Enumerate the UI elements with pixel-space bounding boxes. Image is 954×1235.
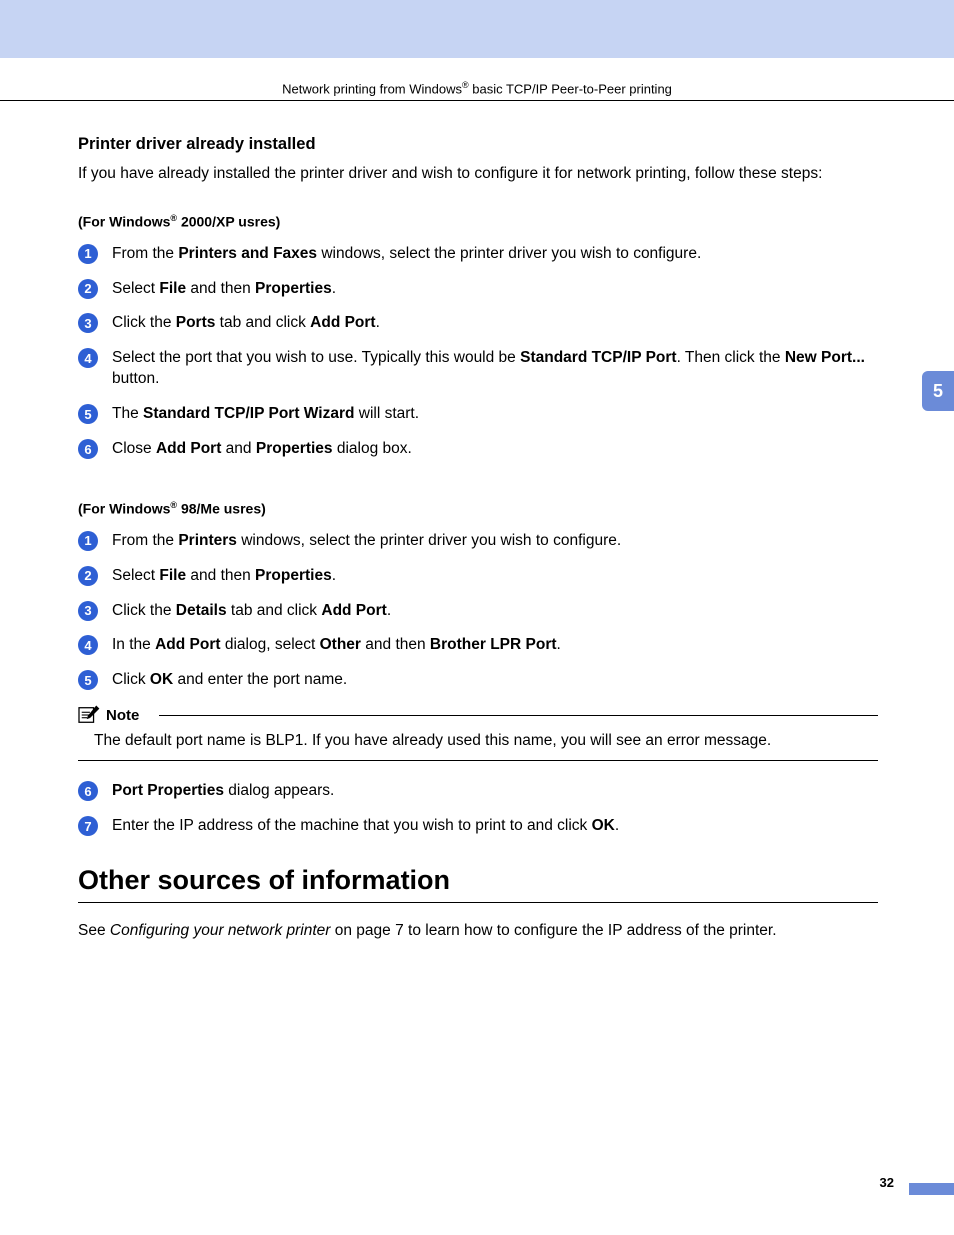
subhead-win2000xp: (For Windows® 2000/XP usres) xyxy=(78,213,878,230)
step-text: Enter the IP address of the machine that… xyxy=(112,816,619,837)
other-sources-heading: Other sources of information xyxy=(78,865,878,896)
chapter-tab: 5 xyxy=(922,371,954,411)
steps-win98me-first: 1 From the Printers windows, select the p… xyxy=(78,531,878,692)
pencil-note-icon xyxy=(78,705,100,725)
step-item: 6 Port Properties dialog appears. xyxy=(78,781,878,802)
note-underline xyxy=(78,760,878,761)
step-number-bullet: 4 xyxy=(78,635,98,655)
subhead-win98me: (For Windows® 98/Me usres) xyxy=(78,500,878,517)
note-label: Note xyxy=(106,707,139,724)
running-header: Network printing from Windows® basic TCP… xyxy=(0,80,954,96)
step-text: Select the port that you wish to use. Ty… xyxy=(112,348,878,390)
step-number-bullet: 4 xyxy=(78,348,98,368)
note-box: Note The default port name is BLP1. If y… xyxy=(78,705,878,761)
step-number-bullet: 6 xyxy=(78,781,98,801)
step-number-bullet: 5 xyxy=(78,404,98,424)
step-text: Select File and then Properties. xyxy=(112,279,336,300)
step-item: 1 From the Printers and Faxes windows, se… xyxy=(78,244,878,265)
step-item: 6 Close Add Port and Properties dialog bo… xyxy=(78,439,878,460)
step-item: 4 In the Add Port dialog, select Other an… xyxy=(78,635,878,656)
step-text: From the Printers windows, select the pr… xyxy=(112,531,621,552)
page-number: 32 xyxy=(880,1175,894,1190)
note-head-line xyxy=(159,715,878,716)
step-number-bullet: 5 xyxy=(78,670,98,690)
step-item: 2 Select File and then Properties. xyxy=(78,566,878,587)
step-number-bullet: 7 xyxy=(78,816,98,836)
step-item: 5 The Standard TCP/IP Port Wizard will st… xyxy=(78,404,878,425)
step-item: 3 Click the Details tab and click Add Por… xyxy=(78,601,878,622)
step-text: Select File and then Properties. xyxy=(112,566,336,587)
step-number-bullet: 6 xyxy=(78,439,98,459)
step-text: Click the Details tab and click Add Port… xyxy=(112,601,391,622)
section-intro: If you have already installed the printe… xyxy=(78,164,878,185)
page-content: Printer driver already installed If you … xyxy=(78,135,878,942)
step-text: Port Properties dialog appears. xyxy=(112,781,334,802)
steps-win2000xp: 1 From the Printers and Faxes windows, se… xyxy=(78,244,878,460)
registered-mark: ® xyxy=(462,80,469,90)
step-number-bullet: 2 xyxy=(78,279,98,299)
step-item: 5 Click OK and enter the port name. xyxy=(78,670,878,691)
step-item: 4 Select the port that you wish to use. T… xyxy=(78,348,878,390)
cross-ref-italic: Configuring your network printer xyxy=(110,922,331,939)
top-band xyxy=(0,0,954,58)
section-title: Printer driver already installed xyxy=(78,135,878,154)
steps-win98me-rest: 6 Port Properties dialog appears. 7 Enter t… xyxy=(78,781,878,837)
other-sources-underline xyxy=(78,902,878,903)
header-after: basic TCP/IP Peer-to-Peer printing xyxy=(469,81,672,96)
step-text: From the Printers and Faxes windows, sel… xyxy=(112,244,701,265)
step-text: Close Add Port and Properties dialog box… xyxy=(112,439,412,460)
note-header: Note xyxy=(78,705,878,725)
header-underline xyxy=(0,100,954,101)
step-number-bullet: 1 xyxy=(78,531,98,551)
step-text: Click OK and enter the port name. xyxy=(112,670,347,691)
step-item: 2 Select File and then Properties. xyxy=(78,279,878,300)
step-item: 1 From the Printers windows, select the p… xyxy=(78,531,878,552)
step-number-bullet: 3 xyxy=(78,601,98,621)
other-sources-text: See Configuring your network printer on … xyxy=(78,921,878,942)
step-number-bullet: 1 xyxy=(78,244,98,264)
page-number-strip xyxy=(909,1183,954,1195)
step-number-bullet: 2 xyxy=(78,566,98,586)
step-number-bullet: 3 xyxy=(78,313,98,333)
step-text: The Standard TCP/IP Port Wizard will sta… xyxy=(112,404,419,425)
header-before: Network printing from Windows xyxy=(282,81,462,96)
step-text: In the Add Port dialog, select Other and… xyxy=(112,635,561,656)
step-text: Click the Ports tab and click Add Port. xyxy=(112,313,380,334)
step-item: 7 Enter the IP address of the machine tha… xyxy=(78,816,878,837)
step-item: 3 Click the Ports tab and click Add Port. xyxy=(78,313,878,334)
chapter-number: 5 xyxy=(933,381,943,402)
note-body: The default port name is BLP1. If you ha… xyxy=(94,731,878,752)
